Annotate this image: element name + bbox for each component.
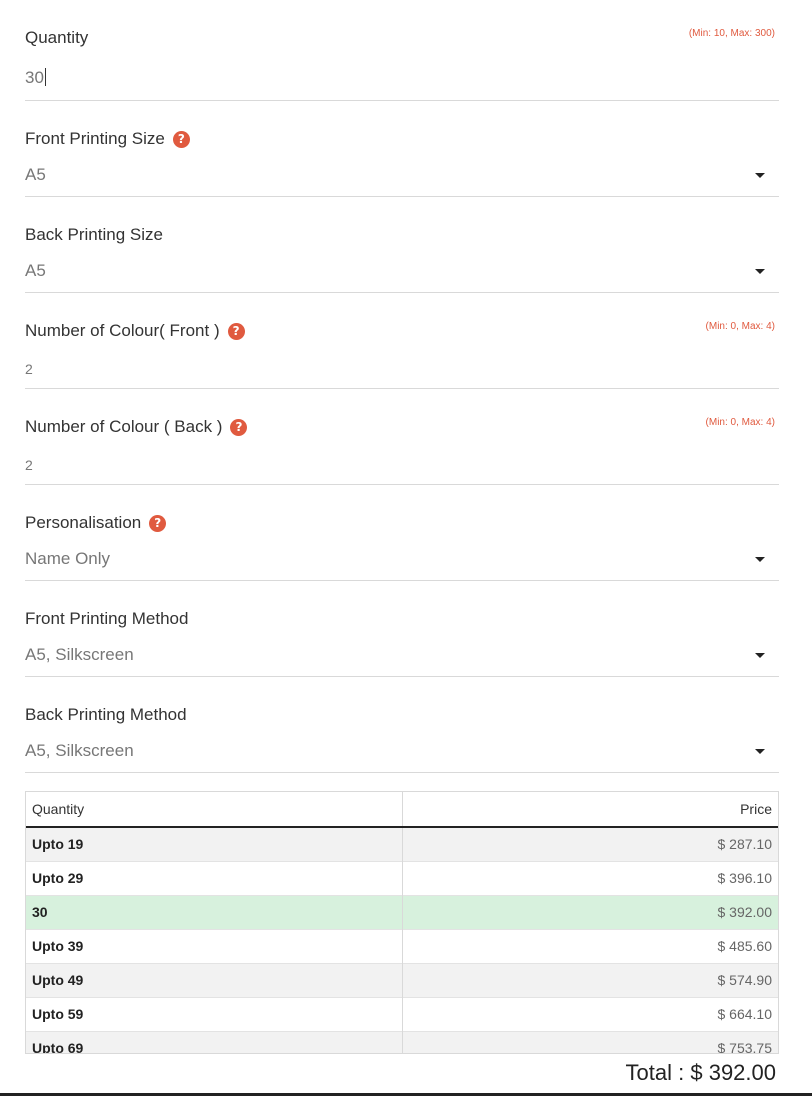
help-icon[interactable]: ? xyxy=(227,322,245,340)
quantity-column-header: Quantity xyxy=(26,792,403,828)
table-row: Upto 59 $ 664.10 xyxy=(26,996,778,1031)
chevron-down-icon[interactable] xyxy=(755,173,765,178)
row-quantity: Upto 39 xyxy=(26,928,403,963)
quantity-label: Quantity xyxy=(25,28,89,47)
colour-back-input[interactable]: 2 xyxy=(25,457,33,473)
row-price: $ 485.60 xyxy=(402,928,778,963)
help-icon[interactable]: ? xyxy=(172,130,190,148)
row-price: $ 753.75 xyxy=(402,1030,778,1053)
order-total: Total : $ 392.00 xyxy=(625,1060,776,1085)
back-printing-method-select[interactable]: A5, Silkscreen xyxy=(25,741,134,761)
row-quantity: Upto 59 xyxy=(26,996,403,1031)
row-price: $ 574.90 xyxy=(402,962,778,997)
row-price: $ 396.10 xyxy=(402,860,778,895)
quantity-field: Quantity (Min: 10, Max: 300) 30 xyxy=(25,0,779,101)
row-price: $ 287.10 xyxy=(402,826,778,861)
back-printing-size-field[interactable]: Back Printing Size A5 xyxy=(25,197,779,293)
front-printing-method-field[interactable]: Front Printing Method A5, Silkscreen xyxy=(25,581,779,677)
price-column-header: Price xyxy=(402,792,778,828)
help-icon[interactable]: ? xyxy=(149,514,167,532)
front-printing-size-label: Front Printing Size xyxy=(25,129,165,148)
table-row: Upto 19 $ 287.10 xyxy=(26,826,778,861)
back-printing-size-select[interactable]: A5 xyxy=(25,261,46,281)
chevron-down-icon[interactable] xyxy=(755,557,765,562)
text-cursor xyxy=(44,68,46,86)
row-quantity: Upto 49 xyxy=(26,962,403,997)
colour-back-range-hint: (Min: 0, Max: 4) xyxy=(705,417,775,428)
front-printing-method-label: Front Printing Method xyxy=(25,609,189,628)
row-quantity: Upto 69 xyxy=(26,1030,403,1053)
row-quantity: Upto 29 xyxy=(26,860,403,895)
table-row: Upto 29 $ 396.10 xyxy=(26,860,778,895)
chevron-down-icon[interactable] xyxy=(755,269,765,274)
row-quantity: 30 xyxy=(26,894,403,929)
table-row: Upto 39 $ 485.60 xyxy=(26,928,778,963)
front-printing-method-select[interactable]: A5, Silkscreen xyxy=(25,645,134,665)
back-printing-method-field[interactable]: Back Printing Method A5, Silkscreen xyxy=(25,677,779,773)
chevron-down-icon[interactable] xyxy=(755,653,765,658)
help-icon[interactable]: ? xyxy=(230,418,248,436)
personalisation-select[interactable]: Name Only xyxy=(25,549,110,569)
colour-front-range-hint: (Min: 0, Max: 4) xyxy=(705,321,775,332)
chevron-down-icon[interactable] xyxy=(755,749,765,754)
quantity-input[interactable]: 30 xyxy=(25,68,46,88)
table-row-selected: 30 $ 392.00 xyxy=(26,894,778,929)
back-printing-size-label: Back Printing Size xyxy=(25,225,163,244)
personalisation-label: Personalisation xyxy=(25,513,142,532)
front-printing-size-field[interactable]: Front Printing Size? A5 xyxy=(25,101,779,197)
table-row: Upto 69 $ 753.75 xyxy=(26,1030,778,1053)
colour-front-input[interactable]: 2 xyxy=(25,361,33,377)
colour-front-label: Number of Colour( Front ) xyxy=(25,321,220,340)
row-price: $ 392.00 xyxy=(402,894,778,929)
price-table-scroll[interactable]: Quantity Price Upto 19 $ 287.10 Upto 29 … xyxy=(25,791,779,1054)
price-table: Quantity Price Upto 19 $ 287.10 Upto 29 … xyxy=(26,792,778,1053)
order-form: Quantity (Min: 10, Max: 300) 30 Front Pr… xyxy=(25,0,779,773)
personalisation-field[interactable]: Personalisation? Name Only xyxy=(25,485,779,581)
back-printing-method-label: Back Printing Method xyxy=(25,705,187,724)
quantity-range-hint: (Min: 10, Max: 300) xyxy=(688,28,775,39)
row-quantity: Upto 19 xyxy=(26,826,403,861)
row-price: $ 664.10 xyxy=(402,996,778,1031)
colour-back-field: Number of Colour ( Back )? (Min: 0, Max:… xyxy=(25,389,779,485)
colour-back-label: Number of Colour ( Back ) xyxy=(25,417,223,436)
colour-front-field: Number of Colour( Front )? (Min: 0, Max:… xyxy=(25,293,779,389)
table-row: Upto 49 $ 574.90 xyxy=(26,962,778,997)
front-printing-size-select[interactable]: A5 xyxy=(25,165,46,185)
